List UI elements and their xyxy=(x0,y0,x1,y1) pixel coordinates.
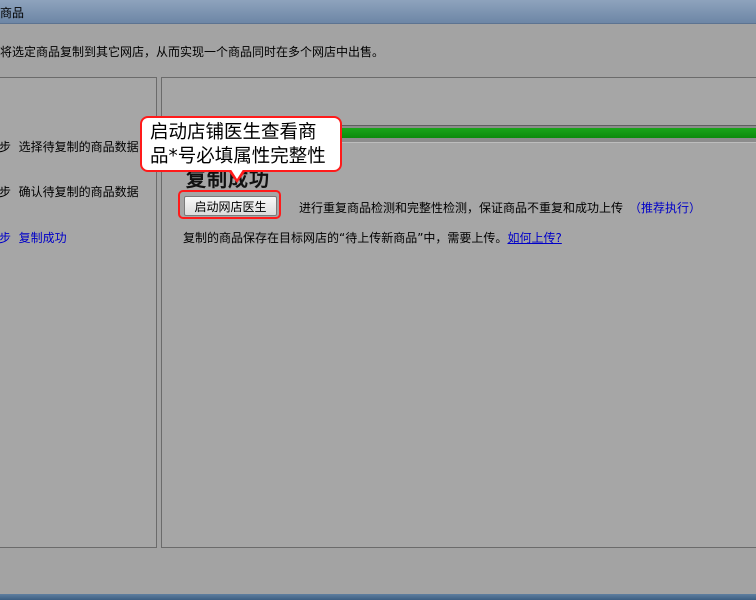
bottom-border xyxy=(0,594,756,600)
tooltip-line-1: 启动店铺医生查看商 xyxy=(150,122,317,143)
step-2-number: 步 xyxy=(0,185,12,199)
step-2: 步 确认待复制的商品数据 xyxy=(0,183,139,200)
tooltip-pointer-inner xyxy=(230,168,244,179)
callout-tooltip: 启动店铺医生查看商 品*号必填属性完整性 xyxy=(140,116,342,172)
step-3-current: 步 复制成功 xyxy=(0,229,67,246)
how-to-upload-link[interactable]: 如何上传? xyxy=(507,231,561,245)
step-1-label: 选择待复制的商品数据 xyxy=(18,140,139,154)
steps-panel: 步 选择待复制的商品数据 步 确认待复制的商品数据 步 复制成功 xyxy=(0,77,157,548)
window-title: 商品 xyxy=(0,6,25,20)
tooltip-line-2: 品*号必填属性完整性 xyxy=(150,146,326,167)
check-text: 进行重复商品检测和完整性检测，保证商品不重复和成功上传 xyxy=(299,201,624,215)
step-1: 步 选择待复制的商品数据 xyxy=(0,138,139,155)
step-3-label: 复制成功 xyxy=(18,231,67,245)
wizard-description: 将选定商品复制到其它网店，从而实现一个商品同时在多个网店中出售。 xyxy=(0,45,385,59)
recommend-note: （推荐执行） xyxy=(629,201,702,215)
window-titlebar: 商品 xyxy=(0,0,756,24)
step-2-label: 确认待复制的商品数据 xyxy=(18,185,139,199)
check-description: 进行重复商品检测和完整性检测，保证商品不重复和成功上传 （推荐执行） xyxy=(299,199,701,216)
saved-text: 复制的商品保存在目标网店的“待上传新商品”中，需要上传。 xyxy=(183,231,508,245)
saved-note: 复制的商品保存在目标网店的“待上传新商品”中，需要上传。如何上传? xyxy=(183,229,562,246)
step-1-number: 步 xyxy=(0,140,12,154)
step-3-number: 步 xyxy=(0,231,12,245)
start-shop-doctor-button[interactable]: 启动网店医生 xyxy=(184,196,277,216)
